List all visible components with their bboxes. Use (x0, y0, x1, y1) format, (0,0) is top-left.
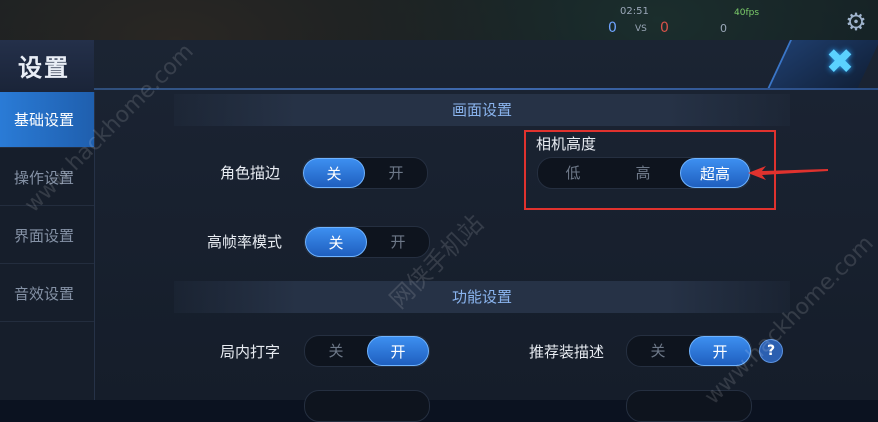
next-row-toggle[interactable] (304, 390, 430, 422)
high-fps-label: 高帧率模式 (206, 233, 282, 251)
high-fps-toggle[interactable]: 关 开 (304, 226, 430, 258)
annotation-highlight-box (524, 130, 776, 210)
ping-indicator: 0 (720, 22, 727, 35)
match-timer: 02:51 (620, 6, 649, 17)
close-x-icon[interactable]: ✖ (826, 42, 855, 82)
game-hud: 02:51 0 VS 0 40fps 0 ⚙ (0, 0, 878, 40)
section-function-header: 功能设置 (174, 281, 790, 313)
section-display-header: 画面设置 (174, 94, 790, 126)
in-game-typing-label: 局内打字 (219, 343, 280, 361)
red-team-score: 0 (660, 20, 669, 36)
sidebar-item-interface[interactable]: 界面设置 (0, 208, 94, 264)
fps-indicator: 40fps (734, 8, 760, 18)
outline-off-option[interactable]: 关 (303, 158, 365, 188)
sidebar-item-audio[interactable]: 音效设置 (0, 266, 94, 322)
header-divider (94, 88, 878, 90)
in-game-typing-on-option[interactable]: 开 (367, 336, 429, 366)
settings-title: 设置 (18, 54, 70, 82)
close-button[interactable]: ✖ (818, 44, 862, 80)
high-fps-off-option[interactable]: 关 (305, 227, 367, 257)
next-row-toggle-right[interactable] (626, 390, 752, 422)
item-desc-label: 推荐装描述 (528, 343, 604, 361)
annotation-arrow-icon (748, 166, 828, 180)
outline-toggle[interactable]: 关 开 (302, 157, 428, 189)
item-desc-off-option[interactable]: 关 (627, 336, 689, 366)
gear-icon[interactable]: ⚙ (842, 8, 870, 36)
in-game-typing-off-option[interactable]: 关 (305, 336, 367, 366)
in-game-typing-toggle[interactable]: 关 开 (304, 335, 430, 367)
outline-label: 角色描边 (219, 164, 280, 182)
blue-team-score: 0 (608, 20, 617, 36)
vs-label: VS (635, 24, 647, 34)
outline-on-option[interactable]: 开 (365, 158, 427, 188)
